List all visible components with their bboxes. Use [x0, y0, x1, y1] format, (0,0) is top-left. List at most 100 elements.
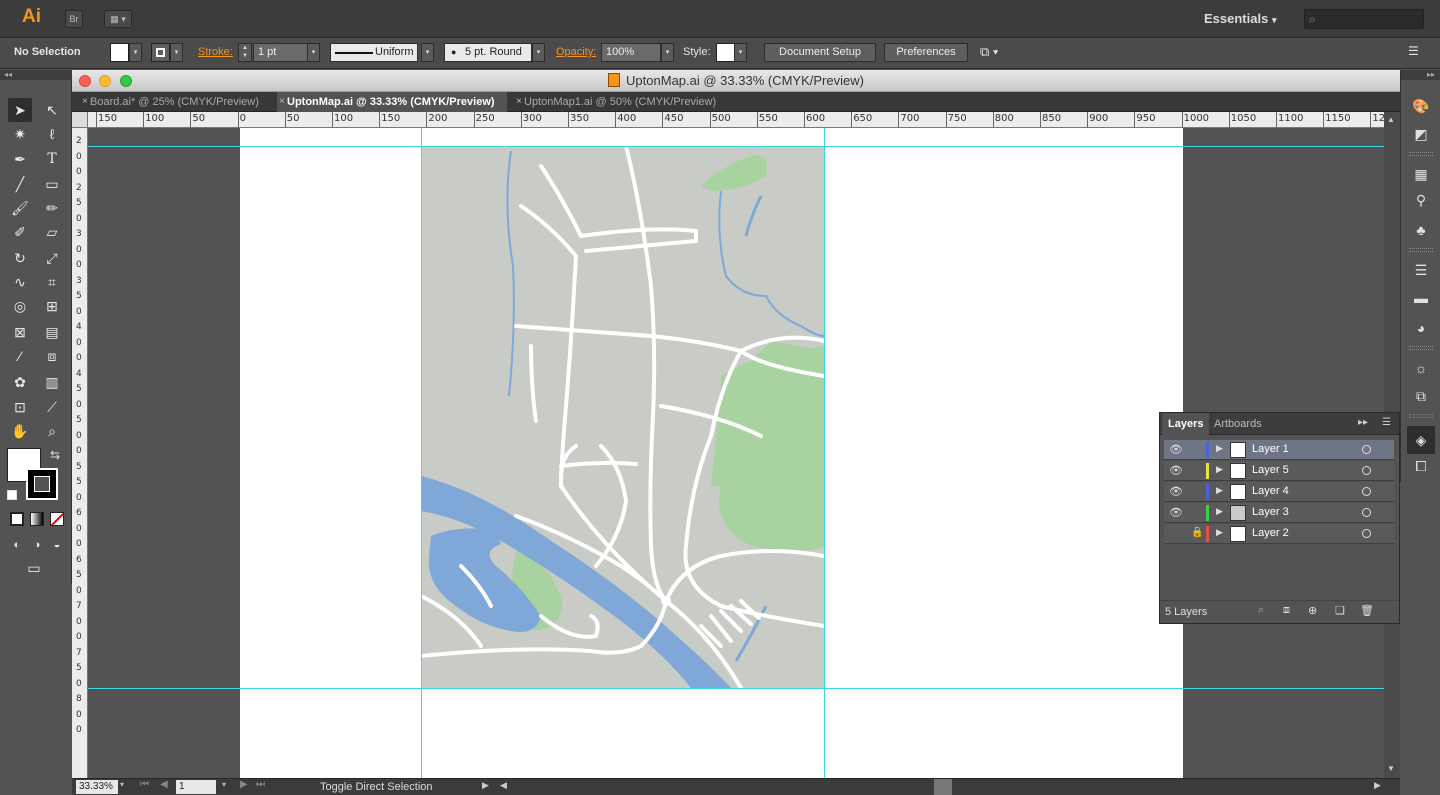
color-mode-icon[interactable]	[10, 512, 24, 526]
vertical-guide[interactable]	[421, 128, 422, 778]
horizontal-guide[interactable]	[88, 146, 1384, 147]
artboard-tool-icon[interactable]: ⊡	[8, 395, 32, 419]
horizontal-scroll-thumb[interactable]	[934, 779, 952, 795]
blob-brush-tool-icon[interactable]: ✐	[8, 220, 32, 244]
stroke-panel-icon[interactable]: ☰	[1411, 260, 1431, 280]
tools-panel-grip[interactable]: ◂◂	[0, 70, 72, 80]
scroll-down-icon[interactable]: ▼	[1387, 764, 1395, 773]
expand-layer-icon[interactable]: ▶	[1216, 485, 1223, 496]
arrange-documents-button[interactable]: ▦ ▾	[104, 10, 132, 28]
pen-tool-icon[interactable]: ✒	[8, 147, 32, 171]
layer-name[interactable]: Layer 2	[1252, 527, 1289, 539]
first-artboard-icon[interactable]: ⏮	[140, 779, 149, 790]
layer-row[interactable]: 🔒 ▶ Layer 2	[1164, 524, 1394, 544]
preferences-button[interactable]: Preferences	[884, 43, 968, 62]
symbols-icon[interactable]: ♣	[1411, 220, 1431, 240]
vertical-guide[interactable]	[824, 128, 825, 778]
zoom-tool-icon[interactable]: ⌕	[40, 419, 64, 443]
layer-row[interactable]: 👁 ▶ Layer 5	[1164, 461, 1394, 481]
opacity-dropdown[interactable]: ▾	[661, 43, 674, 62]
eyedropper-tool-icon[interactable]: ⁄	[8, 344, 32, 368]
graphic-style-swatch[interactable]	[716, 43, 735, 62]
next-artboard-icon[interactable]: ▶	[240, 779, 248, 790]
graphic-style-dropdown[interactable]: ▾	[734, 43, 747, 62]
column-graph-tool-icon[interactable]: ▥	[40, 370, 64, 394]
paintbrush-tool-icon[interactable]: 🖌	[8, 196, 32, 220]
gradient-mode-icon[interactable]	[30, 512, 44, 526]
stroke-profile-dropdown[interactable]: ▾	[421, 43, 434, 62]
layer-row[interactable]: 👁 ▶ Layer 3	[1164, 503, 1394, 523]
layers-panel-icon[interactable]: ◈	[1407, 426, 1435, 454]
artboard-number-field[interactable]: 1	[176, 780, 216, 794]
delete-layer-icon[interactable]: 🗑	[1360, 604, 1374, 617]
type-tool-icon[interactable]: T	[40, 147, 64, 171]
appearance-panel-icon[interactable]: ☼	[1411, 358, 1431, 378]
scale-tool-icon[interactable]: ⤢	[40, 246, 64, 270]
new-layer-icon[interactable]: ❏	[1335, 604, 1345, 617]
shape-builder-tool-icon[interactable]: ◎	[8, 294, 32, 318]
graphic-styles-icon[interactable]: ⧉	[1411, 386, 1431, 406]
stroke-label[interactable]: Stroke:	[198, 46, 233, 58]
scroll-left-icon[interactable]: ◀	[500, 780, 507, 791]
expand-layer-icon[interactable]: ▶	[1216, 464, 1223, 475]
draw-inside-icon[interactable]: ◒	[45, 533, 69, 557]
artboard-dropdown-icon[interactable]: ▾	[222, 780, 226, 789]
gradient-panel-icon[interactable]: ▬	[1411, 288, 1431, 308]
gradient-tool-icon[interactable]: ▤	[40, 320, 64, 344]
stroke-weight-dropdown[interactable]: ▾	[307, 43, 320, 62]
selection-tool-icon[interactable]: ➤	[8, 98, 32, 122]
layer-target-icon[interactable]	[1362, 445, 1371, 454]
layer-name[interactable]: Layer 3	[1252, 506, 1289, 518]
symbol-sprayer-tool-icon[interactable]: ✿	[8, 370, 32, 394]
layer-target-icon[interactable]	[1362, 487, 1371, 496]
isolate-icon[interactable]: ⧉ ▾	[980, 44, 998, 60]
bridge-button[interactable]: Br	[65, 10, 83, 28]
layer-row[interactable]: 👁 ▶ Layer 1	[1164, 440, 1394, 460]
document-setup-button[interactable]: Document Setup	[764, 43, 876, 62]
warp-tool-icon[interactable]: ∿	[8, 270, 32, 294]
locate-object-icon[interactable]: ⌕	[1258, 604, 1264, 617]
fill-swatch[interactable]	[110, 43, 129, 62]
screen-mode-icon[interactable]: ▭	[22, 556, 46, 580]
dock-grip[interactable]: ▸▸	[1401, 70, 1440, 80]
upton-map[interactable]	[421, 146, 824, 688]
visibility-eye-icon[interactable]: 👁	[1169, 443, 1183, 456]
make-clipping-mask-icon[interactable]: ⧈	[1283, 604, 1290, 617]
brush-dropdown[interactable]: ▾	[532, 43, 545, 62]
stroke-weight-field[interactable]: 1 pt	[253, 43, 308, 62]
swap-colors-icon[interactable]: ⇆	[50, 448, 60, 462]
new-sublayer-icon[interactable]: ⊕	[1308, 604, 1317, 617]
tab-layers[interactable]: Layers	[1162, 413, 1210, 435]
layer-target-icon[interactable]	[1362, 529, 1371, 538]
slice-tool-icon[interactable]: ⟋	[40, 395, 64, 419]
search-field[interactable]: ⌕	[1304, 9, 1424, 29]
workspace-switcher[interactable]: Essentials ▾	[1204, 11, 1276, 26]
expand-layer-icon[interactable]: ▶	[1216, 527, 1223, 538]
opacity-field[interactable]: 100%	[601, 43, 661, 62]
line-tool-icon[interactable]: ╱	[8, 172, 32, 196]
visibility-eye-icon[interactable]: 👁	[1169, 464, 1183, 477]
opacity-label[interactable]: Opacity:	[556, 46, 596, 58]
rectangle-tool-icon[interactable]: ▭	[40, 172, 64, 196]
previous-artboard-icon[interactable]: ◀	[160, 779, 168, 790]
tab-board[interactable]: × Board.ai* @ 25% (CMYK/Preview)	[80, 92, 280, 112]
color-panel-icon[interactable]: 🎨	[1411, 96, 1431, 116]
direct-selection-tool-icon[interactable]: ↖	[40, 98, 64, 122]
layer-target-icon[interactable]	[1362, 508, 1371, 517]
pencil-tool-icon[interactable]: ✏	[40, 196, 64, 220]
expand-layer-icon[interactable]: ▶	[1216, 506, 1223, 517]
visibility-eye-icon[interactable]: 👁	[1169, 485, 1183, 498]
default-colors-icon[interactable]	[7, 490, 17, 500]
layer-row[interactable]: 👁 ▶ Layer 4	[1164, 482, 1394, 502]
close-tab-icon[interactable]: ×	[279, 92, 285, 112]
horizontal-ruler[interactable]: 150 100 50 0 50 100 150 200 250 300 350 400 450 500 55…	[88, 112, 1400, 128]
last-artboard-icon[interactable]: ⏭	[256, 779, 265, 790]
blend-tool-icon[interactable]: ⧈	[40, 344, 64, 368]
perspective-grid-tool-icon[interactable]: ⊞	[40, 294, 64, 318]
panel-menu-icon[interactable]: ☰	[1382, 417, 1391, 428]
magic-wand-tool-icon[interactable]: ✷	[8, 122, 32, 146]
zoom-dropdown-icon[interactable]: ▾	[120, 780, 124, 789]
scroll-right-icon[interactable]: ▶	[1374, 780, 1381, 791]
transparency-panel-icon[interactable]: ◕	[1411, 318, 1431, 338]
lasso-tool-icon[interactable]: ℓ	[40, 122, 64, 146]
